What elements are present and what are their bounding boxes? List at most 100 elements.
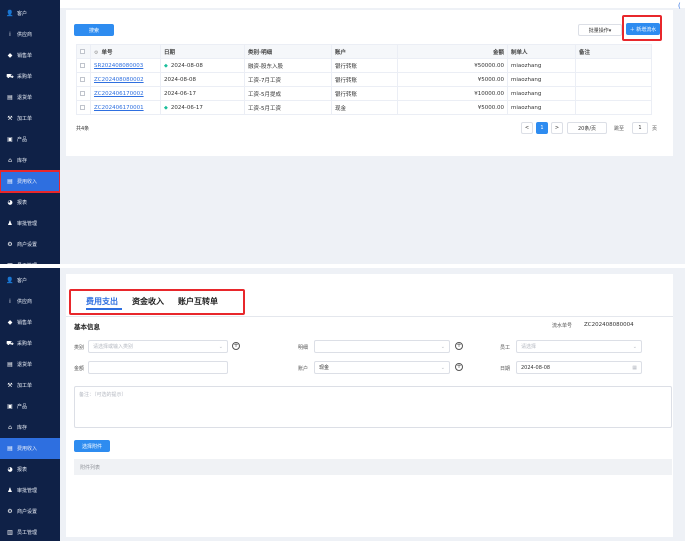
- sidebar-item-9[interactable]: ◕ 报表: [0, 192, 60, 213]
- sidebar-item-6[interactable]: ▣ 产品: [0, 129, 60, 150]
- sidebar-item-11[interactable]: ⚙ 商户设置: [0, 234, 60, 255]
- page-unit-label: 页: [652, 126, 658, 132]
- record-number-link[interactable]: ZC202406170002: [94, 91, 144, 97]
- amount-label: 金额: [74, 366, 85, 372]
- sidebar-item-7[interactable]: ⌂ 库存: [0, 150, 60, 171]
- choose-attachment-button[interactable]: 选择附件: [74, 440, 110, 452]
- new-record-button[interactable]: ＋ 新增流水: [626, 23, 660, 35]
- table-row[interactable]: ZC202406170001 ◆ 2024-06-17 工资-5月工资 现金 ¥5000.…: [76, 100, 652, 115]
- sidebar-item-8[interactable]: ▤ 费用收入: [0, 438, 60, 459]
- row-checkbox[interactable]: [80, 62, 85, 68]
- sidebar-item-9[interactable]: ◕ 报表: [0, 459, 60, 480]
- sidebar-item-10[interactable]: ♟ 审批管理: [0, 213, 60, 234]
- staff-placeholder: 请选择: [521, 344, 537, 350]
- sidebar-item-10[interactable]: ♟ 审批管理: [0, 480, 60, 501]
- page-1-button[interactable]: 1: [536, 122, 548, 134]
- table-header: ⚙ 单号 日期 类别·明细 账户 金额 制单人 备注: [76, 44, 652, 59]
- sidebar-item-label: 员工管理: [17, 262, 37, 264]
- sidebar-item-12[interactable]: ▥员工管理: [0, 255, 60, 264]
- calendar-icon: ▦: [632, 365, 637, 371]
- sidebar-item-0[interactable]: 👤 客户: [0, 3, 60, 24]
- select-all-checkbox[interactable]: [76, 44, 91, 59]
- table-row[interactable]: ZC202408080002 2024-08-08 工资-7月工资 银行转账 ¥5000…: [76, 72, 652, 87]
- record-category: 工资-5月提成: [248, 91, 281, 98]
- account-select[interactable]: 现金 ⌄: [314, 361, 450, 374]
- page-size-select[interactable]: 20条/页: [567, 122, 607, 134]
- add-detail-icon[interactable]: +: [455, 342, 463, 350]
- record-number-link[interactable]: SR202408080003: [94, 63, 143, 69]
- col-maker: 制单人: [507, 44, 576, 59]
- prev-page-button[interactable]: <: [521, 122, 533, 134]
- sidebar-item-8[interactable]: ▤ 费用收入: [0, 170, 61, 193]
- sidebar-item-label: 员工管理: [17, 530, 38, 536]
- diamond-icon: ◆: [164, 104, 168, 111]
- table-row[interactable]: ZC202406170002 2024-06-17 工资-5月提成 银行转账 ¥1000…: [76, 86, 652, 101]
- batch-actions-button[interactable]: 批量操作▾: [578, 24, 622, 36]
- table-row[interactable]: SR202408080003 ◆ 2024-08-08 融资-股东入股 银行转账 ¥500…: [76, 58, 652, 73]
- sidebar-item-5[interactable]: ⚒ 加工单: [0, 375, 60, 396]
- note-textarea[interactable]: 备注：（可选的提示）: [74, 386, 672, 428]
- sidebar-item-2[interactable]: ◆ 销售单: [0, 45, 60, 66]
- sidebar-item-4[interactable]: ▤ 退货单: [0, 354, 60, 375]
- sidebar-item-0[interactable]: 👤 客户: [0, 270, 60, 291]
- tab-income[interactable]: 资金收入: [132, 296, 164, 307]
- return-icon: ▤: [7, 94, 13, 101]
- attachment-list: 附件列表: [74, 459, 672, 475]
- ledger-icon: ▤: [7, 178, 13, 185]
- sidebar-item-label: 商户设置: [17, 509, 38, 515]
- edge-marker-icon: (: [678, 2, 681, 10]
- row-checkbox[interactable]: [80, 90, 85, 96]
- sidebar-item-3[interactable]: ⛟ 采购单: [0, 66, 60, 87]
- record-amount: ¥50000.00: [474, 62, 504, 69]
- sidebar-item-1[interactable]: ⁞ 供应商: [0, 291, 60, 312]
- sidebar-item-2[interactable]: ◆ 销售单: [0, 312, 60, 333]
- record-number-link[interactable]: ZC202406170001: [94, 105, 144, 111]
- row-checkbox[interactable]: [80, 76, 85, 82]
- list-panel: 👤 客户 ⁞ 供应商 ◆ 销售单 ⛟ 采购单 ▤ 退货单 ⚒ 加工单 ▣ 产品 ⌂ 库存 ▤ 费用收入 ◕ 报表 ♟ 审批…: [0, 0, 685, 264]
- col-amount: 金额: [397, 44, 508, 59]
- sidebar-item-label: 销售单: [17, 320, 33, 326]
- person-icon: ♟: [7, 487, 13, 494]
- row-checkbox[interactable]: [80, 104, 85, 110]
- record-number-link[interactable]: ZC202408080002: [94, 77, 144, 83]
- diamond-icon: ◆: [164, 62, 168, 69]
- add-account-icon[interactable]: +: [455, 363, 463, 371]
- tag-icon: ◆: [7, 52, 13, 59]
- checkbox-icon[interactable]: [80, 48, 85, 54]
- amount-input[interactable]: [88, 361, 228, 374]
- goto-page-input[interactable]: 1: [632, 122, 648, 134]
- next-page-button[interactable]: >: [551, 122, 563, 134]
- account-label: 账户: [298, 366, 309, 372]
- record-maker: miaozhang: [511, 104, 542, 111]
- warehouse-icon: ⌂: [8, 424, 12, 431]
- gear-icon: ⚙: [7, 508, 13, 515]
- sidebar-item-3[interactable]: ⛟ 采购单: [0, 333, 60, 354]
- sidebar-item-5[interactable]: ⚒ 加工单: [0, 108, 60, 129]
- sidebar-item-12[interactable]: ▥ 员工管理: [0, 522, 60, 541]
- detail-select[interactable]: ⌄: [314, 340, 450, 353]
- staff-icon: ▥: [7, 529, 13, 536]
- staff-select[interactable]: 请选择 ⌄: [516, 340, 642, 353]
- date-picker[interactable]: 2024-08-08 ▦: [516, 361, 642, 374]
- tab-expense[interactable]: 费用支出: [86, 296, 118, 307]
- sidebar-item-11[interactable]: ⚙ 商户设置: [0, 501, 60, 522]
- chevron-down-icon: ⌄: [440, 344, 445, 350]
- chart-pie-icon: ◕: [7, 199, 13, 206]
- col-account: 账户: [331, 44, 398, 59]
- add-category-icon[interactable]: +: [232, 342, 240, 350]
- sidebar-item-6[interactable]: ▣ 产品: [0, 396, 60, 417]
- tab-transfer[interactable]: 账户互转单: [178, 296, 218, 307]
- record-category: 融资-股东入股: [248, 63, 283, 70]
- sidebar-item-7[interactable]: ⌂ 库存: [0, 417, 60, 438]
- gear-icon[interactable]: ⚙: [94, 50, 98, 56]
- sidebar-item-1[interactable]: ⁞ 供应商: [0, 24, 60, 45]
- date-value: 2024-08-08: [521, 364, 551, 371]
- sidebar-item-label: 库存: [17, 158, 28, 164]
- search-button[interactable]: 搜索: [74, 24, 114, 36]
- category-select[interactable]: 请选择或输入类别 ⌄: [88, 340, 228, 353]
- sidebar-item-4[interactable]: ▤ 退货单: [0, 87, 60, 108]
- cart-icon: ⛟: [6, 339, 14, 347]
- sidebar-item-label: 产品: [17, 404, 28, 410]
- record-table: ⚙ 单号 日期 类别·明细 账户 金额 制单人 备注 SR202408080003…: [76, 44, 652, 115]
- col-no: ⚙ 单号: [90, 44, 161, 59]
